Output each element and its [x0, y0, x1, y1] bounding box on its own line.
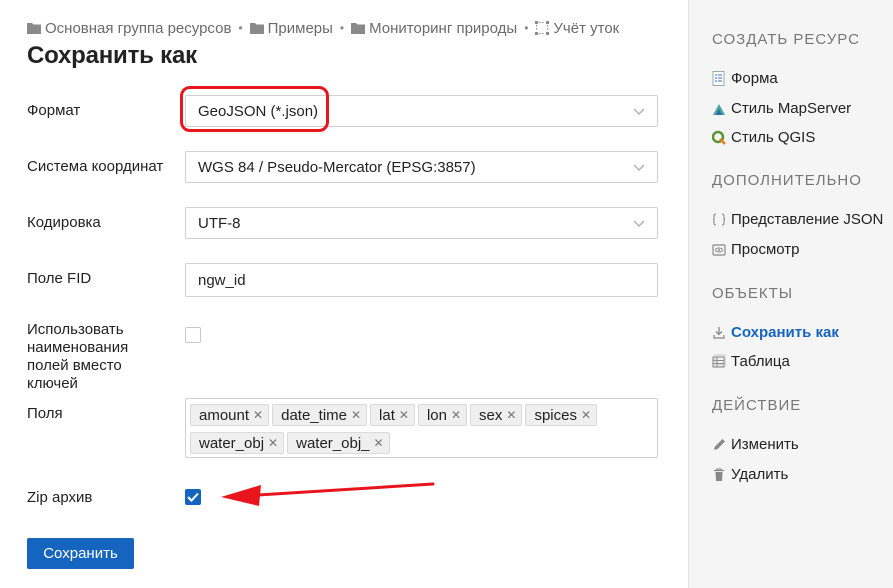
breadcrumb-item-root[interactable]: Основная группа ресурсов	[27, 20, 231, 37]
mapserver-icon	[713, 104, 725, 115]
chevron-down-icon	[633, 108, 645, 115]
breadcrumb-separator: •	[339, 21, 345, 35]
sidebar: СОЗДАТЬ РЕСУРС Форма Стиль MapServer Сти…	[688, 0, 893, 588]
json-braces-icon	[712, 213, 726, 226]
field-tag: lat ✕	[370, 404, 415, 426]
sidebar-item-label: Изменить	[731, 436, 799, 453]
table-icon	[712, 354, 726, 368]
field-tag-label: lat	[379, 406, 395, 424]
fields-label: Поля	[27, 405, 63, 422]
qgis-icon	[712, 130, 726, 145]
field-tag: date_time ✕	[272, 404, 368, 426]
remove-tag-icon[interactable]: ✕	[351, 408, 361, 422]
field-tag: spices ✕	[525, 404, 598, 426]
sidebar-item-label: Удалить	[731, 466, 789, 483]
page-title: Сохранить как	[27, 42, 197, 69]
sidebar-item-mapserver-style[interactable]: Стиль MapServer	[712, 100, 851, 117]
display-names-label: Использовать наименования полей вместо к…	[27, 321, 129, 392]
form-icon	[712, 71, 725, 86]
main-content: Основная группа ресурсов • Примеры • Мон…	[0, 0, 688, 588]
save-button[interactable]: Сохранить	[27, 538, 134, 569]
sidebar-item-form[interactable]: Форма	[712, 70, 778, 87]
sidebar-item-table[interactable]: Таблица	[712, 353, 790, 370]
folder-icon	[27, 23, 41, 34]
preview-icon	[712, 244, 726, 256]
format-label: Формат	[27, 102, 81, 119]
fields-tag-input[interactable]: amount ✕ date_time ✕ lat ✕ lon ✕ sex ✕ spices…	[185, 398, 658, 458]
breadcrumb-label: Примеры	[267, 19, 333, 37]
pencil-icon	[714, 439, 725, 450]
breadcrumb-separator: •	[524, 21, 529, 35]
remove-tag-icon[interactable]: ✕	[374, 436, 384, 450]
breadcrumb-label: Учёт уток	[553, 19, 620, 37]
sidebar-section-action: ДЕЙСТВИЕ	[712, 397, 802, 414]
vector-layer-icon	[535, 21, 550, 35]
encoding-select-value: UTF-8	[198, 214, 241, 232]
field-tag: water_obj_ ✕	[287, 432, 390, 454]
breadcrumb-item-monitoring[interactable]: Мониторинг природы	[351, 20, 517, 37]
breadcrumb-label: Мониторинг природы	[369, 19, 518, 37]
checkmark-icon	[187, 492, 199, 502]
remove-tag-icon[interactable]: ✕	[451, 408, 461, 422]
encoding-select[interactable]: UTF-8	[185, 207, 658, 239]
field-tag: lon ✕	[417, 404, 468, 426]
remove-tag-icon[interactable]: ✕	[253, 408, 263, 422]
sidebar-item-label: Стиль MapServer	[731, 100, 852, 117]
chevron-down-icon	[633, 164, 645, 171]
field-tag-label: sex	[479, 406, 503, 424]
crs-select-value: WGS 84 / Pseudo-Mercator (EPSG:3857)	[198, 158, 476, 176]
crs-select[interactable]: WGS 84 / Pseudo-Mercator (EPSG:3857)	[185, 151, 658, 183]
fid-label: Поле FID	[27, 270, 92, 287]
arrow-annotation-icon	[221, 482, 435, 506]
remove-tag-icon[interactable]: ✕	[399, 408, 409, 422]
sidebar-section-objects: ОБЪЕКТЫ	[712, 285, 794, 302]
breadcrumb-item-examples[interactable]: Примеры	[249, 19, 333, 37]
sidebar-section-extra: ДОПОЛНИТЕЛЬНО	[712, 172, 862, 189]
sidebar-item-label: Таблица	[731, 353, 790, 370]
format-select[interactable]: GeoJSON (*.json)	[185, 95, 658, 127]
sidebar-item-save-as[interactable]: Сохранить как	[712, 324, 839, 341]
sidebar-item-label: Стиль QGIS	[731, 129, 816, 146]
field-tag-label: lon	[426, 406, 447, 424]
field-tag-label: date_time	[281, 406, 347, 424]
sidebar-item-json[interactable]: Представление JSON	[712, 211, 883, 228]
sidebar-section-create: СОЗДАТЬ РЕСУРС	[712, 31, 860, 48]
field-tag: water_obj ✕	[190, 432, 285, 454]
sidebar-item-preview[interactable]: Просмотр	[712, 241, 800, 258]
encoding-label: Кодировка	[27, 214, 101, 231]
sidebar-item-label: Сохранить как	[731, 324, 839, 341]
breadcrumb: Основная группа ресурсов • Примеры • Мон…	[27, 18, 619, 38]
breadcrumb-item-current[interactable]: Учёт уток	[535, 20, 619, 37]
fid-input[interactable]: ngw_id	[185, 263, 658, 297]
folder-icon	[249, 23, 264, 34]
sidebar-item-label: Представление JSON	[731, 211, 884, 228]
fid-input-value: ngw_id	[198, 271, 246, 289]
trash-icon	[714, 468, 724, 481]
field-tag: amount ✕	[190, 404, 270, 426]
field-tag-label: water_obj_	[296, 434, 370, 452]
field-tag-label: water_obj	[199, 434, 265, 452]
breadcrumb-label: Основная группа ресурсов	[45, 19, 232, 37]
field-tag-label: spices	[534, 406, 577, 424]
zip-checkbox[interactable]	[185, 489, 201, 505]
format-select-value: GeoJSON (*.json)	[198, 102, 319, 120]
zip-label: Zip архив	[27, 489, 93, 506]
download-icon	[713, 327, 725, 339]
breadcrumb-separator: •	[238, 21, 243, 35]
sidebar-item-label: Форма	[731, 70, 778, 87]
sidebar-item-edit[interactable]: Изменить	[712, 436, 799, 453]
display-names-checkbox[interactable]	[185, 327, 201, 343]
remove-tag-icon[interactable]: ✕	[506, 408, 516, 422]
crs-label: Система координат	[27, 158, 164, 175]
remove-tag-icon[interactable]: ✕	[268, 436, 278, 450]
chevron-down-icon	[633, 220, 645, 227]
sidebar-item-qgis-style[interactable]: Стиль QGIS	[712, 129, 815, 146]
field-tag: sex ✕	[470, 404, 523, 426]
field-tag-label: amount	[199, 406, 250, 424]
folder-icon	[351, 23, 366, 34]
remove-tag-icon[interactable]: ✕	[581, 408, 591, 422]
sidebar-item-label: Просмотр	[731, 241, 800, 258]
sidebar-item-delete[interactable]: Удалить	[712, 466, 788, 483]
